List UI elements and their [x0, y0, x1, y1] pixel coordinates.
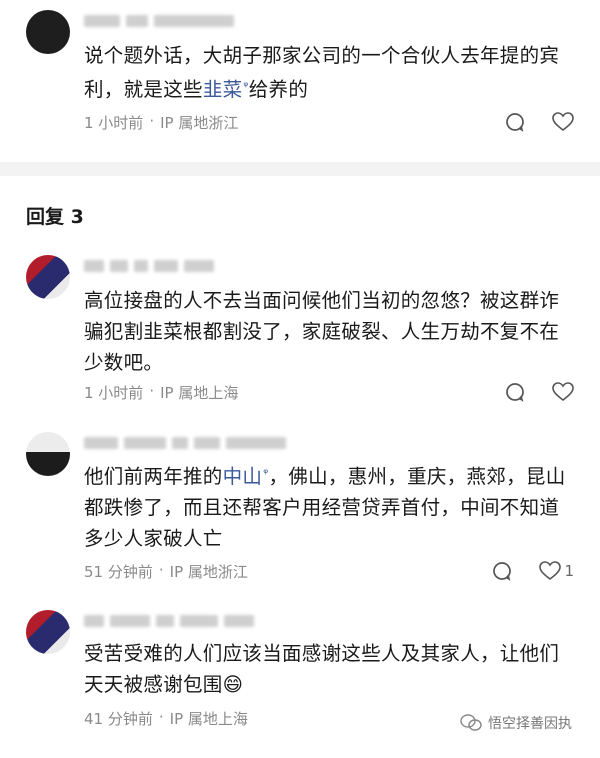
section-divider: [0, 162, 600, 176]
ip-location: IP 属地浙江: [169, 563, 248, 581]
username-redacted: [84, 436, 286, 450]
wechat-icon: [460, 712, 482, 734]
timestamp: 51 分钟前: [84, 563, 153, 581]
reply-bubble-icon[interactable]: [491, 560, 513, 582]
avatar[interactable]: [26, 610, 70, 654]
timestamp: 41 分钟前: [84, 710, 153, 728]
reply-bubble-icon[interactable]: [504, 111, 526, 133]
heart-icon[interactable]: [539, 560, 562, 582]
reply-text: 受苦受难的人们应该当面感谢这些人及其家人，让他们天天被感谢包围😄: [84, 642, 560, 696]
ip-location: IP 属地上海: [160, 384, 239, 402]
comment-meta: 1 小时前 · IP 属地浙江: [84, 112, 239, 132]
like-count: 1: [564, 562, 574, 580]
reply-actions: [504, 381, 574, 403]
username-redacted: [84, 259, 214, 273]
comment-text: 说个题外话，大胡子那家公司的一个合伙人去年提的宾利，就是这些韭菜ᵠ给养的: [84, 44, 560, 101]
ip-location: IP 属地上海: [169, 710, 248, 728]
grin-emoji-icon: 😄: [222, 673, 244, 696]
reply-meta: 1 小时前 · IP 属地上海: [84, 382, 239, 402]
reply-text: 他们前两年推的中山ᵠ，佛山，惠州，重庆，燕郊，昆山都跌惨了，而且还帮客户用经营贷…: [84, 465, 566, 550]
heart-icon[interactable]: [552, 381, 574, 403]
reply-count-header: 回复 3: [26, 206, 84, 228]
heart-icon[interactable]: [552, 111, 574, 133]
watermark-text: 悟空择善因执: [488, 716, 572, 732]
keyword-link[interactable]: 中山ᵠ: [223, 465, 269, 488]
reply-meta: 41 分钟前 · IP 属地上海: [84, 708, 248, 728]
reply-bubble-icon[interactable]: [504, 381, 526, 403]
avatar[interactable]: [26, 255, 70, 299]
reply-actions: 1: [491, 560, 574, 582]
keyword-link[interactable]: 韭菜ᵠ: [203, 78, 249, 101]
username-redacted: [84, 14, 234, 28]
avatar[interactable]: [26, 432, 70, 476]
ip-location: IP 属地浙江: [160, 114, 239, 132]
reply-text: 高位接盘的人不去当面问候他们当初的忽悠？被这群诈骗犯割韭菜根都割没了，家庭破裂、…: [84, 289, 560, 374]
avatar[interactable]: [26, 10, 70, 54]
account-watermark: 悟空择善因执: [460, 712, 572, 734]
username-redacted: [84, 614, 254, 628]
comment-actions: [504, 111, 574, 133]
timestamp: 1 小时前: [84, 384, 144, 402]
reply-meta: 51 分钟前 · IP 属地浙江: [84, 561, 248, 581]
timestamp: 1 小时前: [84, 114, 144, 132]
